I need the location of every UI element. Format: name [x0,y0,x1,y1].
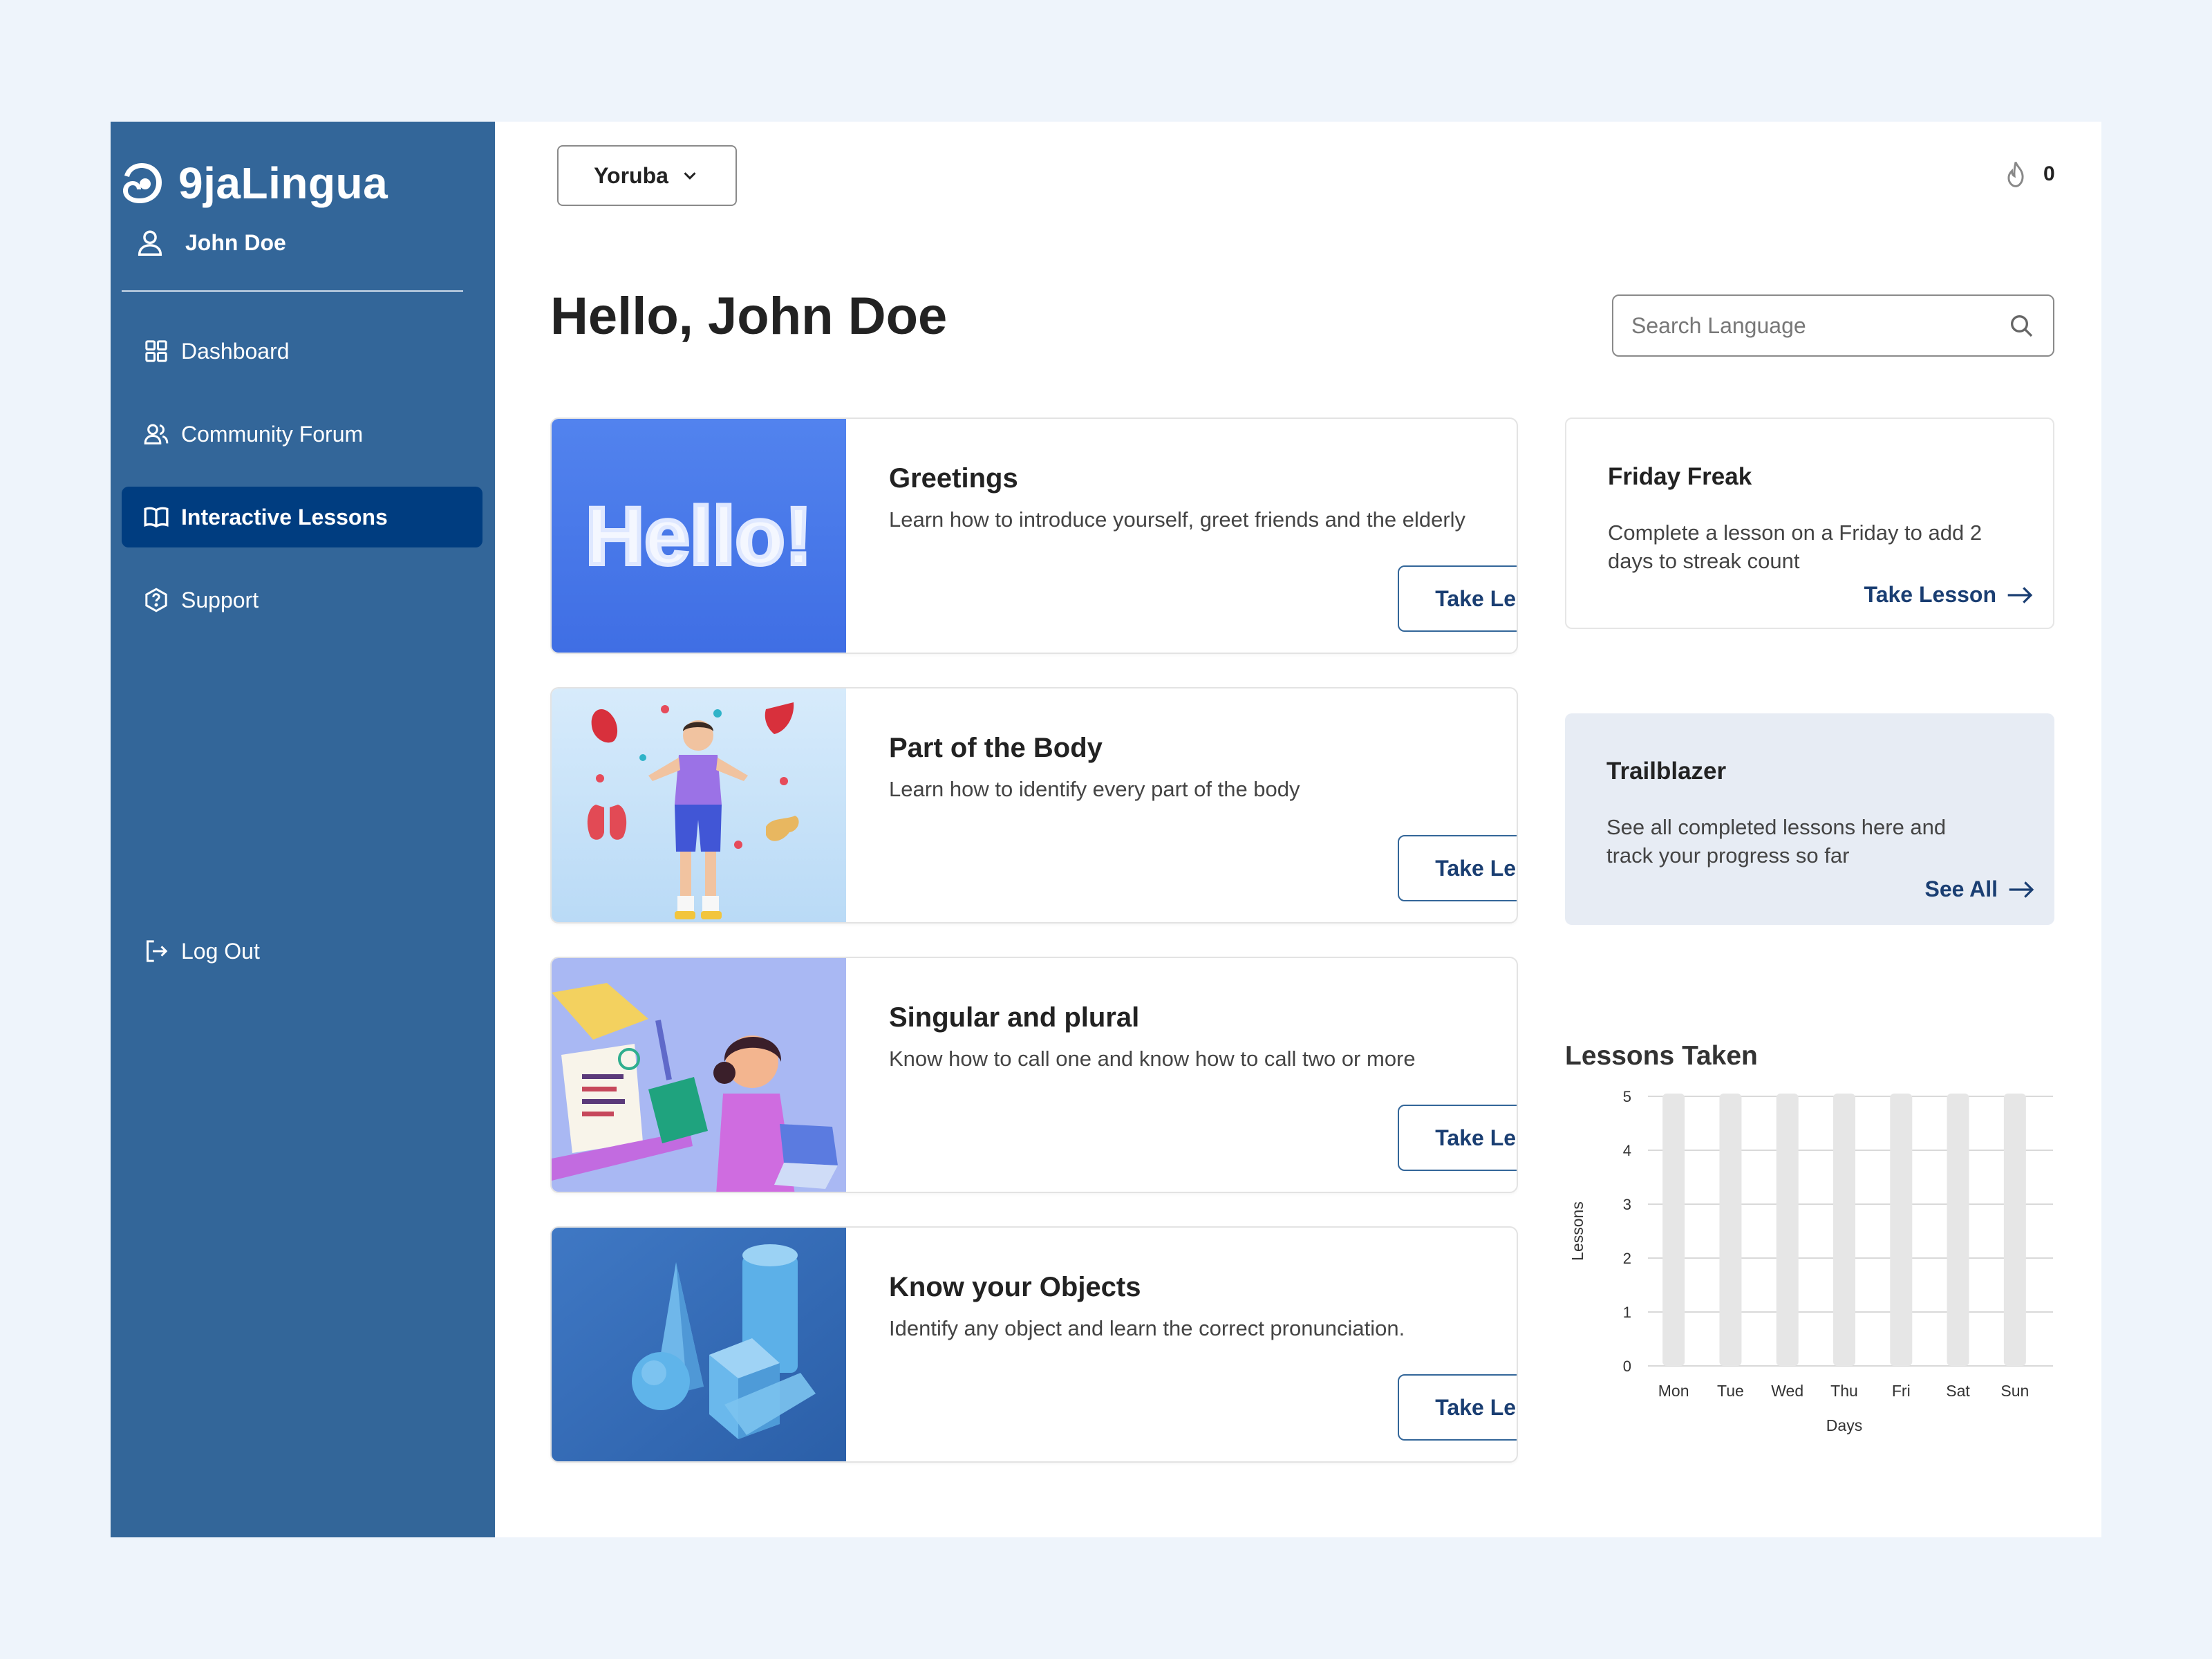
lesson-thumbnail [552,1228,846,1461]
sidebar-item-community-forum[interactable]: Community Forum [122,404,482,465]
bar-wed[interactable] [1776,1094,1799,1366]
lesson-card-singular-and-plural: Singular and plural Know how to call one… [550,957,1518,1193]
see-all-link[interactable]: See All [1924,877,2035,902]
search-input[interactable] [1631,312,2007,339]
users-icon [144,424,169,444]
take-lesson-button[interactable]: Take Lesson [1398,835,1517,901]
language-dropdown[interactable]: Yoruba [557,145,737,206]
grid-icon [145,340,167,362]
lesson-title: Part of the Body [889,733,1103,763]
hello-clouds-illustration: Hello! [552,419,846,653]
user-profile[interactable]: John Doe [134,227,286,259]
bar-thu[interactable] [1833,1094,1855,1366]
friday-freak-card: Friday Freak Complete a lesson on a Frid… [1565,418,2054,629]
app-window: 9jaLingua John Doe Dashboard Community F… [111,122,2101,1537]
sidebar-item-dashboard[interactable]: Dashboard [122,321,482,382]
lesson-thumbnail [552,958,846,1192]
y-tick-label: 1 [1623,1304,1631,1321]
user-icon [138,230,162,256]
y-tick-label: 3 [1623,1196,1631,1213]
take-lesson-button[interactable]: Take Lesson [1398,565,1517,632]
flame-icon [2007,162,2024,187]
x-axis-label: Days [1826,1416,1862,1434]
sidebar-item-label: Dashboard [181,338,290,364]
link-label: Take Lesson [1864,582,1996,607]
bar-sun[interactable] [2003,1094,2026,1366]
lesson-thumbnail: Hello! [552,419,846,653]
sidebar-divider [122,290,463,292]
brand-name: 9jaLingua [178,158,388,208]
lesson-description: Learn how to identify every part of the … [889,777,1300,801]
lesson-card-know-your-objects: Know your Objects Identify any object an… [550,1226,1518,1463]
logout-button[interactable]: Log Out [122,921,482,982]
arrow-right-icon [2009,881,2034,898]
chart-title: Lessons Taken [1565,1041,1758,1071]
lessons-taken-chart: 0 1 2 3 4 5 Mon Tue Wed Thu Fri Sat Sun Days Lessons [1565,1082,2056,1470]
logo-icon [123,163,162,203]
sidebar-item-label: Community Forum [181,421,364,447]
sidebar-item-support[interactable]: Support [122,570,482,630]
study-girl-illustration [552,958,846,1192]
link-label: See All [1924,877,1998,901]
take-lesson-link[interactable]: Take Lesson [1864,582,2034,608]
body-parts-illustration [552,688,846,922]
logout-label: Log Out [181,938,260,964]
brand[interactable]: 9jaLingua [118,155,388,212]
card-description: See all completed lessons here and track… [1606,815,1947,868]
x-tick-label: Fri [1892,1382,1911,1400]
lesson-card-part-of-the-body: Part of the Body Learn how to identify e… [550,687,1518,924]
bar-tue[interactable] [1719,1094,1742,1366]
y-tick-label: 5 [1623,1088,1631,1105]
x-tick-label: Tue [1717,1382,1744,1400]
lesson-title: Singular and plural [889,1002,1140,1033]
trailblazer-card: Trailblazer See all completed lessons he… [1565,713,2054,925]
sidebar-item-label: Interactive Lessons [181,504,388,529]
streak-count: 0 [2043,162,2055,185]
take-lesson-button[interactable]: Take Lesson [1398,1105,1517,1171]
x-tick-label: Wed [1771,1382,1803,1400]
user-name: John Doe [185,229,286,255]
lesson-title: Greetings [889,463,1018,494]
sidebar: 9jaLingua John Doe Dashboard Community F… [111,122,495,1537]
x-tick-label: Sun [2000,1382,2029,1400]
x-tick-label: Mon [1658,1382,1689,1400]
x-tick-label: Thu [1830,1382,1858,1400]
y-tick-label: 0 [1623,1358,1631,1375]
x-tick-label: Sat [1946,1382,1970,1400]
y-axis-label: Lessons [1568,1201,1586,1261]
bar-fri[interactable] [1890,1094,1913,1366]
bar-mon[interactable] [1662,1094,1685,1366]
card-description: Complete a lesson on a Friday to add 2 d… [1608,521,1983,573]
arrow-right-icon [2007,586,2033,603]
card-title: Friday Freak [1608,463,1752,490]
book-icon [144,507,169,528]
chart-svg: 0 1 2 3 4 5 Mon Tue Wed Thu Fri Sat Sun Days Lessons [1568,1088,2053,1434]
y-tick-label: 4 [1623,1142,1631,1159]
card-title: Trailblazer [1606,758,1727,785]
lesson-title: Know your Objects [889,1272,1141,1302]
thumb-text: Hello! [585,491,812,582]
help-hexagon-icon [145,588,167,612]
chevron-down-icon [684,172,696,180]
take-lesson-button[interactable]: Take Lesson [1398,1374,1517,1441]
sidebar-item-interactive-lessons[interactable]: Interactive Lessons [122,487,482,547]
logout-icon [147,940,168,962]
sidebar-item-label: Support [181,587,259,612]
y-tick-label: 2 [1623,1250,1631,1267]
lesson-card-greetings: Hello! Greetings Learn how to introduce … [550,418,1518,654]
language-selected: Yoruba [594,162,668,188]
lesson-thumbnail [552,688,846,922]
bar-sat[interactable] [1947,1094,1969,1366]
lesson-description: Identify any object and learn the correc… [889,1316,1405,1340]
lesson-description: Know how to call one and know how to cal… [889,1047,1416,1071]
lesson-description: Learn how to introduce yourself, greet f… [889,507,1466,532]
page-title: Hello, John Doe [550,287,948,346]
geometric-shapes-illustration [552,1228,846,1461]
streak-counter: 0 [2000,159,2055,189]
search-box[interactable] [1612,294,2054,357]
search-icon[interactable] [2007,312,2035,339]
